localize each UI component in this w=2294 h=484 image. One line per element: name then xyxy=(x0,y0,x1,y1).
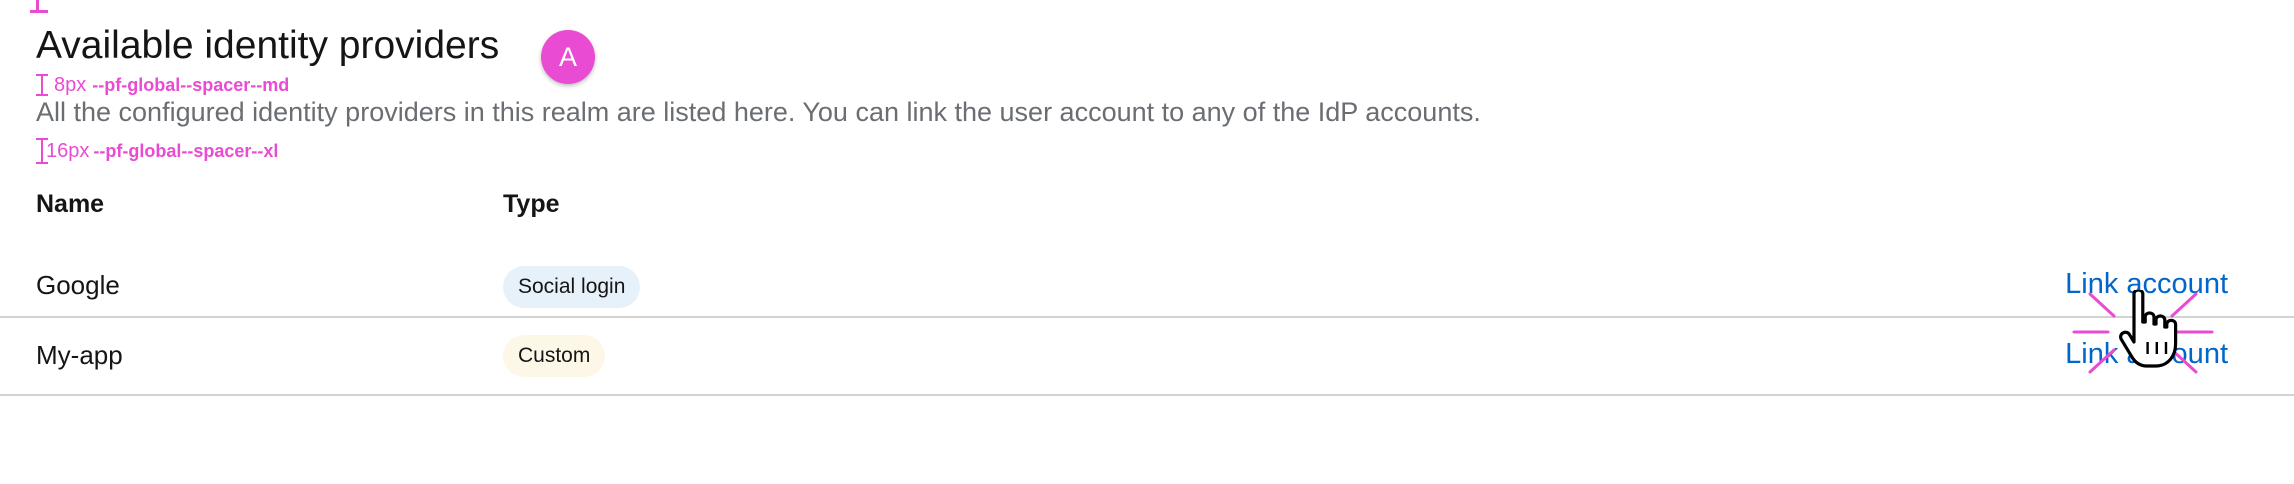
identity-providers-table: Name Type Google Social login Link accou… xyxy=(0,180,2294,396)
provider-name: Google xyxy=(36,270,120,300)
column-header-name[interactable]: Name xyxy=(36,190,104,219)
type-label: Custom xyxy=(503,335,606,377)
page-description: All the configured identity providers in… xyxy=(36,97,1481,127)
spacer-xl-variable: --pf-global--spacer--xl xyxy=(93,140,279,161)
provider-name: My-app xyxy=(36,340,123,370)
type-label: Social login xyxy=(503,266,641,308)
spacer-xl-annotation: 16px --pf-global--spacer--xl xyxy=(36,136,278,166)
spacer-md-variable: --pf-global--spacer--md xyxy=(92,74,290,95)
top-spacer-annotation xyxy=(30,0,236,14)
table-row: Google Social login Link account xyxy=(0,244,2294,318)
identity-providers-page: Available identity providers A 8px --pf-… xyxy=(0,0,2294,484)
spacer-bracket-icon xyxy=(36,136,48,166)
table-row: My-app Custom Link account xyxy=(0,318,2294,396)
callout-badge: A xyxy=(541,30,595,84)
table-header: Name Type xyxy=(0,180,2294,236)
spacer-xl-value: 16px xyxy=(46,139,90,162)
cursor-click-indicator xyxy=(2068,280,2218,390)
column-header-type[interactable]: Type xyxy=(503,190,560,219)
page-title: Available identity providers xyxy=(36,24,500,67)
hand-pointer-icon xyxy=(2119,290,2178,368)
